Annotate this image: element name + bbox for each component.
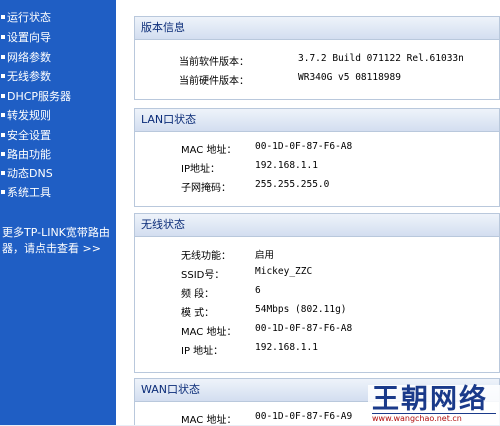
nav-item-system-tools[interactable]: 系统工具 (0, 184, 116, 202)
nav-item-running-status[interactable]: 运行状态 (0, 9, 116, 27)
bullet-icon (1, 74, 5, 78)
nav-item-ddns[interactable]: 动态DNS (0, 165, 116, 183)
software-version-value: 3.7.2 Build 071122 Rel.61033n (298, 53, 464, 64)
panel-title: 无线状态 (135, 214, 499, 237)
watermark-logo: 王朝网络 www.wangchao.net.cn (368, 385, 500, 425)
bullet-icon (1, 15, 5, 19)
field-label: 当前硬件版本： (179, 76, 249, 87)
nav-item-label: DHCP服务器 (7, 90, 72, 103)
field-label: IP 地址： (181, 346, 224, 357)
channel-value: 6 (255, 285, 261, 296)
wireless-enabled-value: 启用 (255, 250, 275, 261)
field-label: 模 式： (181, 308, 215, 319)
field-label: 子网掩码： (181, 183, 231, 194)
nav-item-forwarding-rules[interactable]: 转发规则 (0, 107, 116, 125)
nav-item-dhcp-server[interactable]: DHCP服务器 (0, 88, 116, 106)
ssid-value: Mickey_ZZC (255, 266, 313, 277)
nav-item-label: 设置向导 (7, 31, 51, 44)
bullet-icon (1, 35, 5, 39)
hardware-version-value: WR340G v5 08118989 (298, 72, 401, 83)
nav-item-label: 无线参数 (7, 70, 51, 83)
watermark-title: 王朝网络 (372, 384, 488, 415)
wireless-status-panel: 无线状态 无线功能： 启用 SSID号： Mickey_ZZC 频 段： 6 模… (134, 213, 500, 373)
promo-link[interactable]: 器，请点击查看 >> (2, 242, 101, 256)
nav-item-setup-wizard[interactable]: 设置向导 (0, 29, 116, 47)
bullet-icon (1, 171, 5, 175)
field-label: 无线功能： (181, 251, 231, 262)
wireless-ip-value: 192.168.1.1 (255, 342, 318, 353)
panel-title: LAN口状态 (135, 109, 499, 132)
nav-item-label: 系统工具 (7, 186, 51, 199)
field-label: 频 段： (181, 289, 215, 300)
version-info-panel: 版本信息 当前软件版本： 3.7.2 Build 071122 Rel.6103… (134, 16, 500, 100)
nav-item-label: 动态DNS (7, 167, 53, 180)
bullet-icon (1, 94, 5, 98)
nav-item-label: 转发规则 (7, 109, 51, 122)
nav-item-network-params[interactable]: 网络参数 (0, 49, 116, 67)
nav-item-label: 运行状态 (7, 11, 51, 24)
nav-item-label: 网络参数 (7, 51, 51, 64)
nav-item-routing[interactable]: 路由功能 (0, 146, 116, 164)
main-content: 版本信息 当前软件版本： 3.7.2 Build 071122 Rel.6103… (116, 0, 500, 426)
bullet-icon (1, 133, 5, 137)
bullet-icon (1, 55, 5, 59)
lan-status-panel: LAN口状态 MAC 地址： 00-1D-0F-87-F6-A8 IP地址： 1… (134, 108, 500, 207)
bullet-icon (1, 113, 5, 117)
nav-item-label: 路由功能 (7, 148, 51, 161)
wireless-mac-value: 00-1D-0F-87-F6-A8 (255, 323, 353, 334)
sidebar-menu: 运行状态 设置向导 网络参数 无线参数 DHCP服务器 转发规则 安全设置 路由… (0, 0, 116, 425)
lan-ip-value: 192.168.1.1 (255, 160, 318, 171)
field-label: MAC 地址： (181, 415, 237, 426)
field-label: SSID号： (181, 270, 225, 281)
field-label: MAC 地址： (181, 327, 237, 338)
field-label: MAC 地址： (181, 145, 237, 156)
field-label: 当前软件版本： (179, 57, 249, 68)
bullet-icon (1, 152, 5, 156)
nav-item-security[interactable]: 安全设置 (0, 127, 116, 145)
nav-item-label: 安全设置 (7, 129, 51, 142)
lan-subnet-value: 255.255.255.0 (255, 179, 330, 190)
lan-mac-value: 00-1D-0F-87-F6-A8 (255, 141, 353, 152)
panel-title: 版本信息 (135, 17, 499, 40)
promo-text: 更多TP-LINK宽带路由 (2, 226, 110, 239)
wan-mac-value: 00-1D-0F-87-F6-A9 (255, 411, 353, 422)
mode-value: 54Mbps (802.11g) (255, 304, 347, 315)
bullet-icon (1, 190, 5, 194)
nav-item-wireless-params[interactable]: 无线参数 (0, 68, 116, 86)
watermark-url: www.wangchao.net.cn (372, 414, 462, 423)
field-label: IP地址： (181, 164, 220, 175)
